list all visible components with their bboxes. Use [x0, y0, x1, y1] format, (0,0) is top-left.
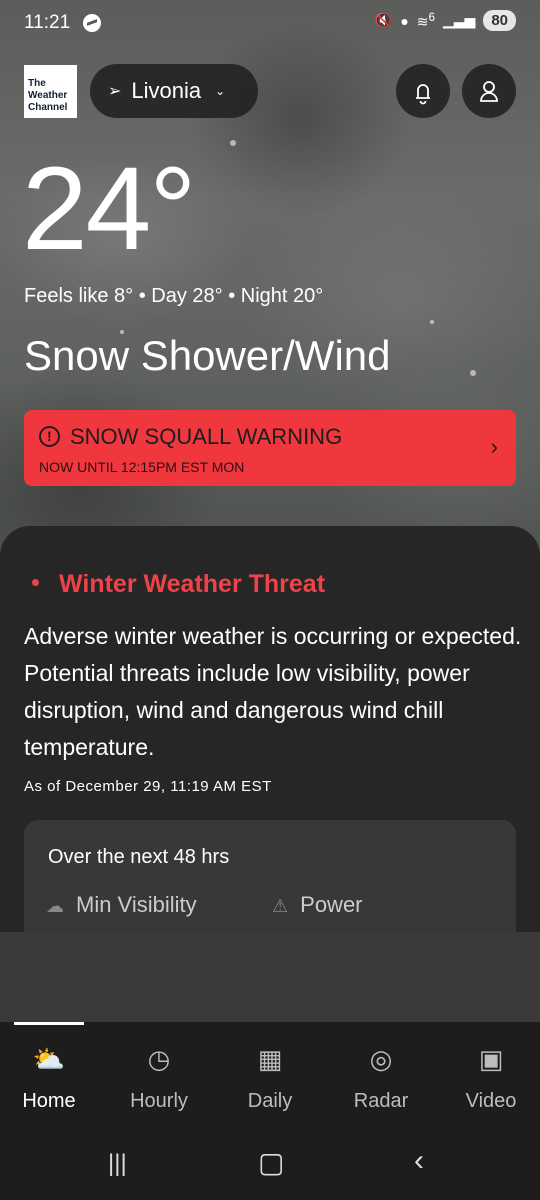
- threat-title: Winter Weather Threat: [59, 570, 326, 598]
- warning-triangle-icon: ⚠: [272, 896, 289, 916]
- status-bar: 11:21 🔇 ● ≋6 ▁▃▅ 80: [0, 0, 540, 48]
- location-name: Livonia: [131, 78, 202, 103]
- recents-icon[interactable]: |||: [108, 1150, 127, 1178]
- video-icon: ▣: [478, 1044, 504, 1074]
- alert-circle-icon: [39, 426, 60, 447]
- ad-placeholder: [0, 932, 540, 1024]
- cloud-icon: ☁: [46, 896, 64, 916]
- system-navigation-bar: ||| ▢ ‹: [0, 1132, 540, 1200]
- current-temperature: 24°: [22, 143, 196, 275]
- alert-subtitle: NOW UNTIL 12:15PM EST MON: [39, 459, 245, 475]
- outlook-header: Over the next 48 hrs: [48, 846, 230, 868]
- chevron-down-icon: ⌄: [215, 84, 226, 98]
- status-icons: 🔇 ● ≋6 ▁▃▅ 80: [375, 10, 516, 31]
- bottom-tab-bar: ⛅ Home ◷ Hourly ▦ Daily ◎ Radar ▣ Video: [0, 1022, 540, 1132]
- metric-min-visibility: ☁ Min Visibility: [46, 892, 197, 918]
- wifi-icon: ≋6: [416, 10, 435, 30]
- snowflake: [430, 320, 434, 324]
- location-selector[interactable]: ➢ Livonia ⌄: [90, 64, 258, 118]
- location-icon: ●: [400, 12, 409, 29]
- active-tab-indicator: [14, 1022, 84, 1025]
- outlook-card[interactable]: Over the next 48 hrs ☁ Min Visibility ⚠ Po…: [24, 820, 516, 946]
- person-icon: [480, 81, 498, 102]
- metric-label: Power: [300, 892, 363, 917]
- tab-home[interactable]: ⛅ Home: [4, 1042, 94, 1113]
- tab-radar[interactable]: ◎ Radar: [336, 1042, 426, 1113]
- tab-label: Hourly: [130, 1090, 188, 1112]
- navigation-arrow-icon: ➢: [108, 83, 122, 100]
- profile-button[interactable]: [462, 64, 516, 118]
- threat-heading: Winter Weather Threat: [24, 570, 325, 599]
- signal-icon: ▁▃▅: [443, 12, 476, 28]
- tab-label: Home: [22, 1090, 76, 1112]
- threat-timestamp: As of December 29, 11:19 AM EST: [24, 778, 272, 795]
- feels-like-line: Feels like 8° • Day 28° • Night 20°: [24, 285, 324, 307]
- alert-title: SNOW SQUALL WARNING: [70, 424, 343, 449]
- bell-icon: [416, 84, 430, 105]
- wifi-badge: 6: [428, 10, 435, 24]
- tab-video[interactable]: ▣ Video: [446, 1042, 536, 1113]
- snowflake: [230, 140, 236, 146]
- back-icon[interactable]: ‹: [414, 1144, 424, 1178]
- calendar-icon: ▦: [257, 1044, 283, 1074]
- battery-indicator: 80: [483, 10, 516, 31]
- threat-description: Adverse winter weather is occurring or e…: [24, 623, 522, 760]
- tab-label: Radar: [353, 1090, 409, 1112]
- tab-label: Daily: [247, 1090, 293, 1112]
- status-time: 11:21: [24, 12, 71, 33]
- home-weather-icon: ⛅: [32, 1044, 66, 1074]
- weather-channel-logo[interactable]: The Weather Channel: [24, 65, 77, 118]
- threat-dot-icon: [32, 579, 39, 587]
- mute-icon: 🔇: [374, 12, 393, 28]
- threat-card[interactable]: Winter Weather Threat Adverse winter wea…: [0, 526, 540, 946]
- chevron-right-icon: ›: [490, 434, 498, 459]
- messenger-icon: [83, 14, 101, 32]
- metric-power: ⚠ Power: [272, 892, 363, 918]
- weather-alert-banner[interactable]: SNOW SQUALL WARNING NOW UNTIL 12:15PM ES…: [24, 410, 516, 486]
- metric-label: Min Visibility: [76, 892, 197, 917]
- snowflake: [470, 370, 476, 376]
- tab-daily[interactable]: ▦ Daily: [225, 1042, 315, 1113]
- home-button-icon[interactable]: ▢: [258, 1146, 284, 1179]
- tab-hourly[interactable]: ◷ Hourly: [114, 1042, 204, 1113]
- clock-icon: ◷: [147, 1044, 171, 1074]
- notifications-button[interactable]: [396, 64, 450, 118]
- tab-label: Video: [465, 1090, 517, 1112]
- radar-icon: ◎: [369, 1044, 393, 1074]
- current-condition: Snow Shower/Wind: [24, 332, 391, 379]
